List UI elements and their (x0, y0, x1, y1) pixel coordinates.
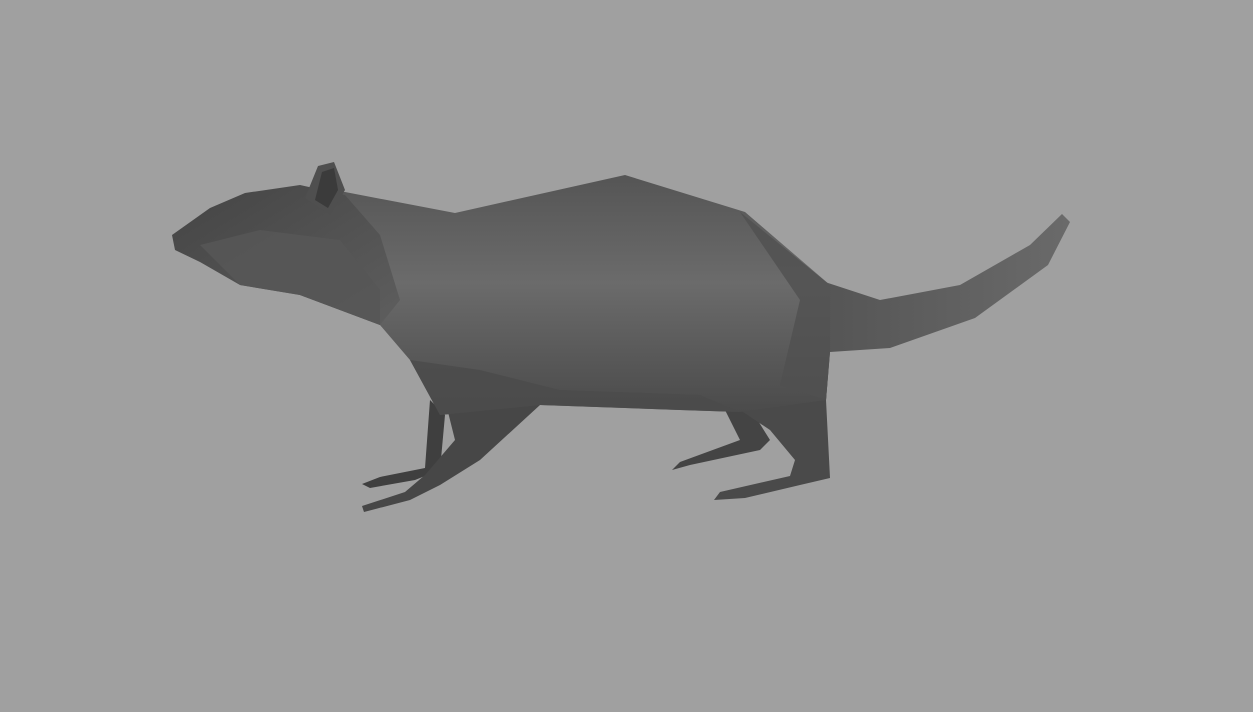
render-viewport (0, 0, 1253, 712)
rat-model (172, 162, 1070, 512)
rat-tail (825, 214, 1070, 352)
